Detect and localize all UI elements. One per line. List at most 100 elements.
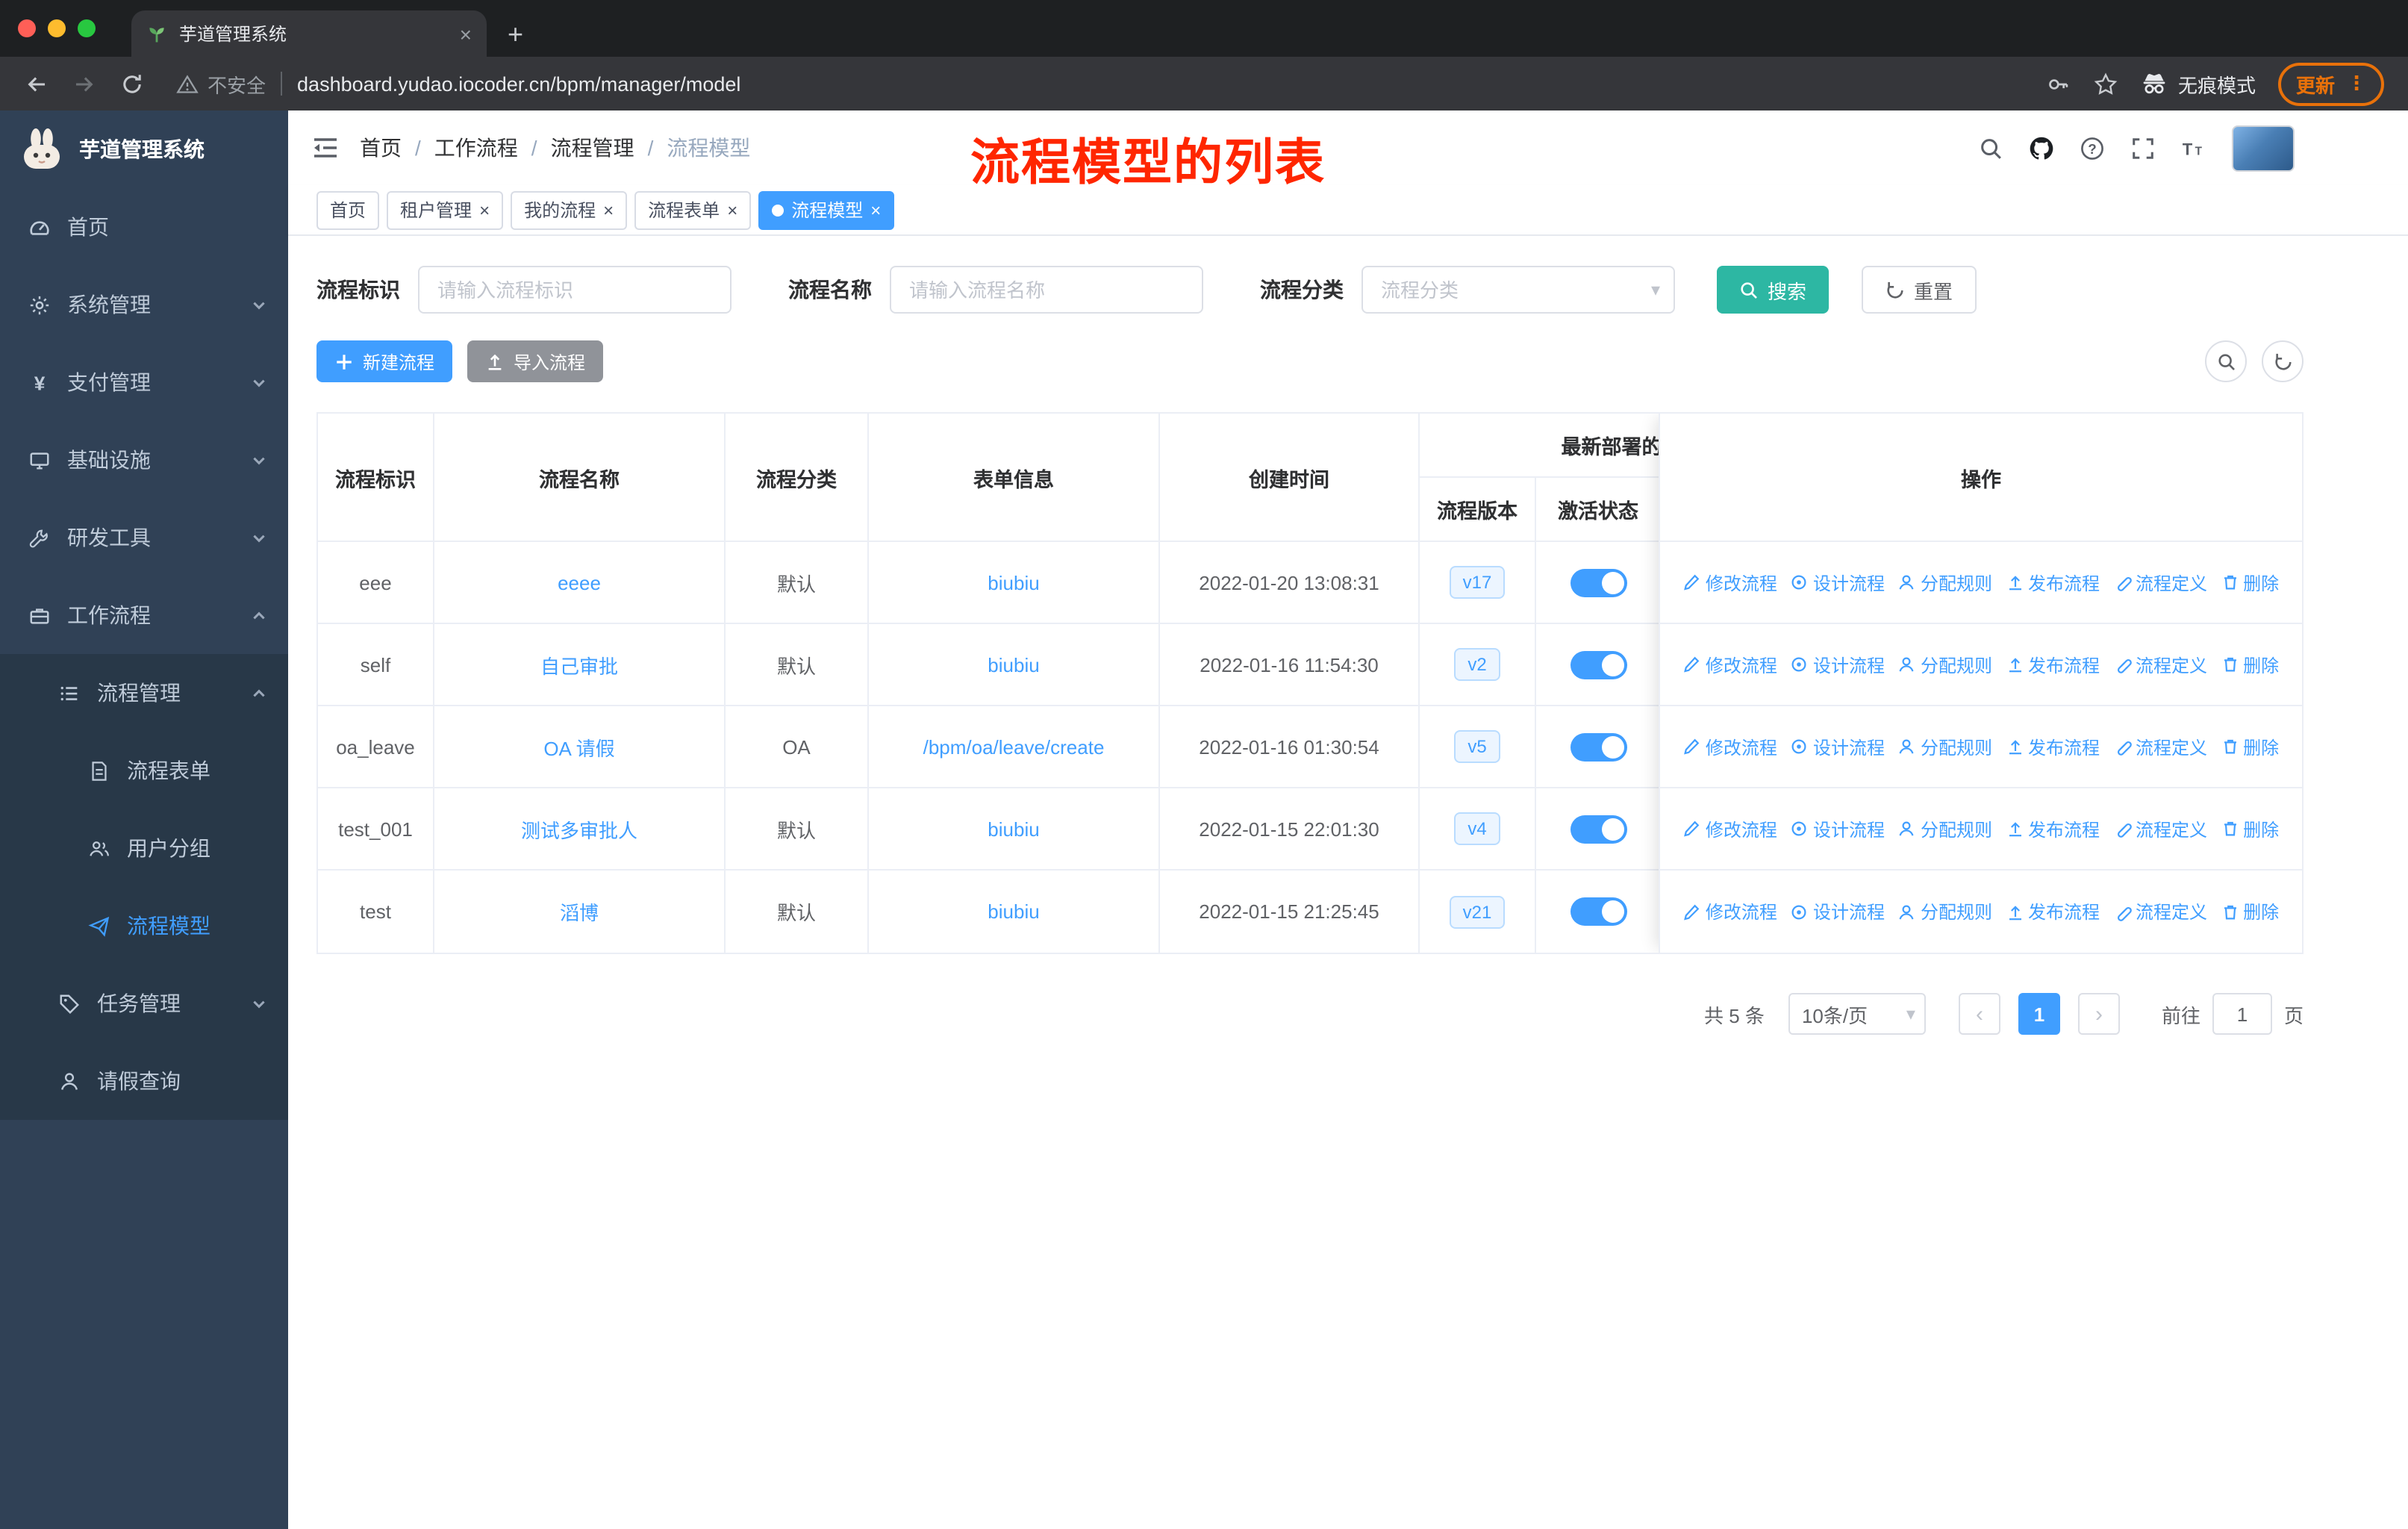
help-icon[interactable]: ? [2080, 135, 2105, 161]
sidebar-toggle-icon[interactable] [312, 136, 339, 160]
category-select-input[interactable] [1361, 266, 1675, 314]
process-name-input[interactable] [890, 266, 1203, 314]
breadcrumb-home[interactable]: 首页 [360, 133, 421, 163]
fullscreen-icon[interactable] [2130, 135, 2156, 161]
breadcrumb-workflow[interactable]: 工作流程 [434, 133, 537, 163]
form-info-link[interactable]: biubiu [988, 571, 1039, 594]
close-window-button[interactable] [18, 19, 36, 37]
close-icon[interactable] [727, 201, 737, 219]
page-size-value[interactable]: 10条/页 [1788, 993, 1926, 1035]
process-name-link[interactable]: eeee [558, 571, 601, 594]
active-toggle[interactable] [1570, 650, 1626, 679]
close-icon[interactable] [870, 201, 881, 219]
sidebar-item-infrastructure[interactable]: 基础设施 [0, 421, 288, 499]
design-process-link[interactable]: 设计流程 [1791, 816, 1885, 841]
search-icon[interactable] [1978, 135, 2003, 161]
breadcrumb-process-management[interactable]: 流程管理 [551, 133, 654, 163]
process-definition-link[interactable]: 流程定义 [2113, 570, 2207, 595]
browser-menu-icon[interactable] [2347, 72, 2366, 96]
sidebar-item-dev-tools[interactable]: 研发工具 [0, 499, 288, 576]
delete-process-link[interactable]: 删除 [2221, 734, 2279, 759]
view-tab-process-form[interactable]: 流程表单 [634, 190, 752, 229]
sidebar-item-process-model[interactable]: 流程模型 [0, 887, 288, 965]
sidebar-item-process-form[interactable]: 流程表单 [0, 732, 288, 809]
bookmark-star-icon[interactable] [2093, 71, 2118, 96]
edit-process-link[interactable]: 修改流程 [1683, 570, 1777, 595]
view-tab-process-model[interactable]: 流程模型 [758, 190, 895, 229]
reset-button[interactable]: 重置 [1862, 266, 1977, 314]
import-process-button[interactable]: 导入流程 [467, 340, 604, 382]
prev-page-button[interactable] [1958, 993, 2000, 1035]
maximize-window-button[interactable] [78, 19, 96, 37]
github-icon[interactable] [2029, 135, 2054, 161]
refresh-table-button[interactable] [2262, 340, 2303, 382]
sidebar-item-user-group[interactable]: 用户分组 [0, 809, 288, 887]
page-size-select[interactable]: 10条/页 [1788, 993, 1926, 1035]
form-info-link[interactable]: /bpm/oa/leave/create [923, 735, 1105, 758]
process-name-link[interactable]: 自己审批 [540, 650, 618, 679]
edit-process-link[interactable]: 修改流程 [1683, 899, 1777, 924]
process-name-link[interactable]: 滔博 [560, 897, 599, 926]
active-toggle[interactable] [1570, 568, 1626, 597]
publish-process-link[interactable]: 发布流程 [2006, 734, 2100, 759]
search-button[interactable]: 搜索 [1717, 266, 1830, 314]
delete-process-link[interactable]: 删除 [2221, 652, 2279, 677]
security-chip[interactable]: 不安全 [176, 69, 266, 98]
sidebar-item-leave-query[interactable]: 请假查询 [0, 1042, 288, 1120]
publish-process-link[interactable]: 发布流程 [2006, 899, 2100, 924]
design-process-link[interactable]: 设计流程 [1791, 899, 1885, 924]
goto-page-input[interactable] [2212, 993, 2272, 1035]
sidebar-item-payment[interactable]: ¥ 支付管理 [0, 343, 288, 421]
edit-process-link[interactable]: 修改流程 [1683, 734, 1777, 759]
category-select[interactable] [1361, 266, 1675, 314]
process-definition-link[interactable]: 流程定义 [2113, 734, 2207, 759]
process-definition-link[interactable]: 流程定义 [2113, 652, 2207, 677]
page-1-button[interactable]: 1 [2018, 993, 2060, 1035]
sidebar-item-home[interactable]: 首页 [0, 188, 288, 266]
publish-process-link[interactable]: 发布流程 [2006, 816, 2100, 841]
sidebar-item-workflow[interactable]: 工作流程 [0, 576, 288, 654]
reload-icon[interactable] [119, 71, 145, 96]
active-toggle[interactable] [1570, 897, 1626, 926]
process-key-input[interactable] [418, 266, 732, 314]
form-info-link[interactable]: biubiu [988, 653, 1039, 676]
assign-rule-link[interactable]: 分配规则 [1898, 570, 1992, 595]
update-button[interactable]: 更新 [2277, 62, 2384, 105]
edit-process-link[interactable]: 修改流程 [1683, 816, 1777, 841]
assign-rule-link[interactable]: 分配规则 [1898, 652, 1992, 677]
assign-rule-link[interactable]: 分配规则 [1898, 816, 1992, 841]
next-page-button[interactable] [2077, 993, 2120, 1035]
assign-rule-link[interactable]: 分配规则 [1898, 734, 1992, 759]
font-size-icon[interactable]: TT [2181, 135, 2206, 161]
sidebar-item-process-management[interactable]: 流程管理 [0, 654, 288, 732]
form-info-link[interactable]: biubiu [988, 818, 1039, 840]
user-avatar[interactable] [2232, 125, 2295, 171]
tab-close-icon[interactable]: × [460, 23, 472, 44]
view-tab-my-process[interactable]: 我的流程 [511, 190, 628, 229]
create-process-button[interactable]: 新建流程 [316, 340, 453, 382]
active-toggle[interactable] [1570, 815, 1626, 843]
toggle-search-button[interactable] [2205, 340, 2247, 382]
delete-process-link[interactable]: 删除 [2221, 570, 2279, 595]
delete-process-link[interactable]: 删除 [2221, 816, 2279, 841]
process-definition-link[interactable]: 流程定义 [2113, 816, 2207, 841]
delete-process-link[interactable]: 删除 [2221, 899, 2279, 924]
new-tab-button[interactable]: + [508, 21, 523, 48]
process-name-link[interactable]: 测试多审批人 [521, 815, 637, 843]
design-process-link[interactable]: 设计流程 [1791, 570, 1885, 595]
assign-rule-link[interactable]: 分配规则 [1898, 899, 1992, 924]
design-process-link[interactable]: 设计流程 [1791, 652, 1885, 677]
process-definition-link[interactable]: 流程定义 [2113, 899, 2207, 924]
back-icon[interactable] [24, 71, 49, 96]
browser-tab[interactable]: 芋道管理系统 × [131, 10, 487, 57]
edit-process-link[interactable]: 修改流程 [1683, 652, 1777, 677]
design-process-link[interactable]: 设计流程 [1791, 734, 1885, 759]
sidebar-item-system[interactable]: 系统管理 [0, 266, 288, 343]
process-name-link[interactable]: OA 请假 [543, 732, 614, 761]
active-toggle[interactable] [1570, 732, 1626, 761]
view-tab-home[interactable]: 首页 [316, 190, 380, 229]
password-key-icon[interactable] [2045, 71, 2071, 96]
publish-process-link[interactable]: 发布流程 [2006, 652, 2100, 677]
publish-process-link[interactable]: 发布流程 [2006, 570, 2100, 595]
sidebar-item-task-management[interactable]: 任务管理 [0, 965, 288, 1042]
